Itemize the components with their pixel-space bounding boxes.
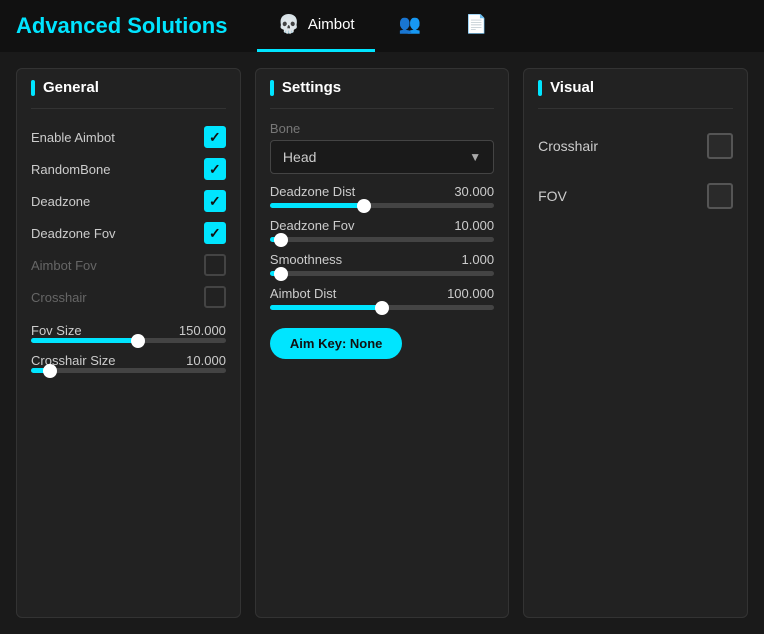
deadzone-dist-label-row: Deadzone Dist 30.000 [270,184,494,199]
fov-size-slider-row: Fov Size 150.000 [31,323,226,343]
deadzone-dist-slider: Deadzone Dist 30.000 [270,184,494,208]
fov-size-label: Fov Size [31,323,82,338]
dropdown-arrow-icon: ▼ [469,150,481,164]
toggle-deadzone-fov: Deadzone Fov [31,217,226,249]
crosshair-size-value: 10.000 [186,353,226,368]
aimbot-fov-checkbox[interactable] [204,254,226,276]
toggle-aimbot-fov: Aimbot Fov [31,249,226,281]
aimbot-dist-fill [270,305,382,310]
fov-size-thumb[interactable] [131,334,145,348]
deadzone-dist-fill [270,203,364,208]
deadzone-fov-settings-value: 10.000 [454,218,494,233]
tab-aimbot[interactable]: 💀 Aimbot [257,0,374,52]
visual-fov-row: FOV [538,171,733,221]
smoothness-slider: Smoothness 1.000 [270,252,494,276]
app-title: Advanced Solutions [16,13,227,39]
visual-fov-checkbox[interactable] [707,183,733,209]
tab-aimbot-label: Aimbot [308,16,355,33]
general-panel-header: General [31,79,226,109]
deadzone-fov-label: Deadzone Fov [31,226,116,241]
fov-size-track[interactable] [31,338,226,343]
crosshair-size-track[interactable] [31,368,226,373]
crosshair-label: Crosshair [31,290,87,305]
settings-panel-header: Settings [270,79,494,109]
general-panel: General Enable Aimbot RandomBone Deadzon… [16,68,241,618]
aim-key-button[interactable]: Aim Key: None [270,328,402,359]
deadzone-dist-track[interactable] [270,203,494,208]
aimbot-dist-slider: Aimbot Dist 100.000 [270,286,494,310]
deadzone-fov-thumb[interactable] [274,233,288,247]
randombone-checkbox[interactable] [204,158,226,180]
bone-dropdown[interactable]: Head ▼ [270,140,494,174]
aimbot-dist-thumb[interactable] [375,301,389,315]
deadzone-fov-slider: Deadzone Fov 10.000 [270,218,494,242]
deadzone-checkbox[interactable] [204,190,226,212]
visual-fov-label: FOV [538,188,567,204]
smoothness-label: Smoothness [270,252,342,267]
smoothness-value: 1.000 [462,252,495,267]
aimbot-dist-label-row: Aimbot Dist 100.000 [270,286,494,301]
fov-size-value: 150.000 [179,323,226,338]
aimbot-dist-track[interactable] [270,305,494,310]
aimbot-dist-label: Aimbot Dist [270,286,336,301]
toggle-randombone: RandomBone [31,153,226,185]
settings-heading: Settings [282,79,341,96]
doc-icon: 📄 [465,14,487,35]
crosshair-size-thumb[interactable] [43,364,57,378]
bone-label: Bone [270,121,494,136]
enable-aimbot-label: Enable Aimbot [31,130,115,145]
tab-players[interactable]: 👥 [379,0,441,52]
crosshair-checkbox[interactable] [204,286,226,308]
visual-crosshair-checkbox[interactable] [707,133,733,159]
deadzone-fov-label-row: Deadzone Fov 10.000 [270,218,494,233]
players-icon: 👥 [399,14,421,35]
deadzone-fov-track[interactable] [270,237,494,242]
aimbot-dist-value: 100.000 [447,286,494,301]
header: Advanced Solutions 💀 Aimbot 👥 📄 [0,0,764,52]
randombone-label: RandomBone [31,162,111,177]
skull-icon: 💀 [277,14,299,35]
toggle-crosshair: Crosshair [31,281,226,313]
visual-crosshair-row: Crosshair [538,121,733,171]
aimbot-fov-label: Aimbot Fov [31,258,97,273]
deadzone-label: Deadzone [31,194,90,209]
deadzone-fov-checkbox[interactable] [204,222,226,244]
fov-size-label-row: Fov Size 150.000 [31,323,226,338]
toggle-deadzone: Deadzone [31,185,226,217]
toggle-enable-aimbot: Enable Aimbot [31,121,226,153]
enable-aimbot-checkbox[interactable] [204,126,226,148]
crosshair-size-slider-row: Crosshair Size 10.000 [31,353,226,373]
deadzone-fov-settings-label: Deadzone Fov [270,218,355,233]
smoothness-track[interactable] [270,271,494,276]
settings-panel: Settings Bone Head ▼ Deadzone Dist 30.00… [255,68,509,618]
deadzone-dist-thumb[interactable] [357,199,371,213]
tab-bar: 💀 Aimbot 👥 📄 [257,0,507,52]
deadzone-dist-label: Deadzone Dist [270,184,355,199]
smoothness-thumb[interactable] [274,267,288,281]
visual-heading: Visual [550,79,594,96]
general-heading: General [43,79,99,96]
fov-size-fill [31,338,138,343]
tab-doc[interactable]: 📄 [445,0,507,52]
crosshair-size-label-row: Crosshair Size 10.000 [31,353,226,368]
visual-crosshair-label: Crosshair [538,138,598,154]
deadzone-dist-value: 30.000 [454,184,494,199]
visual-panel: Visual Crosshair FOV [523,68,748,618]
visual-panel-header: Visual [538,79,733,109]
smoothness-label-row: Smoothness 1.000 [270,252,494,267]
main-content: General Enable Aimbot RandomBone Deadzon… [0,52,764,634]
bone-dropdown-value: Head [283,149,316,165]
